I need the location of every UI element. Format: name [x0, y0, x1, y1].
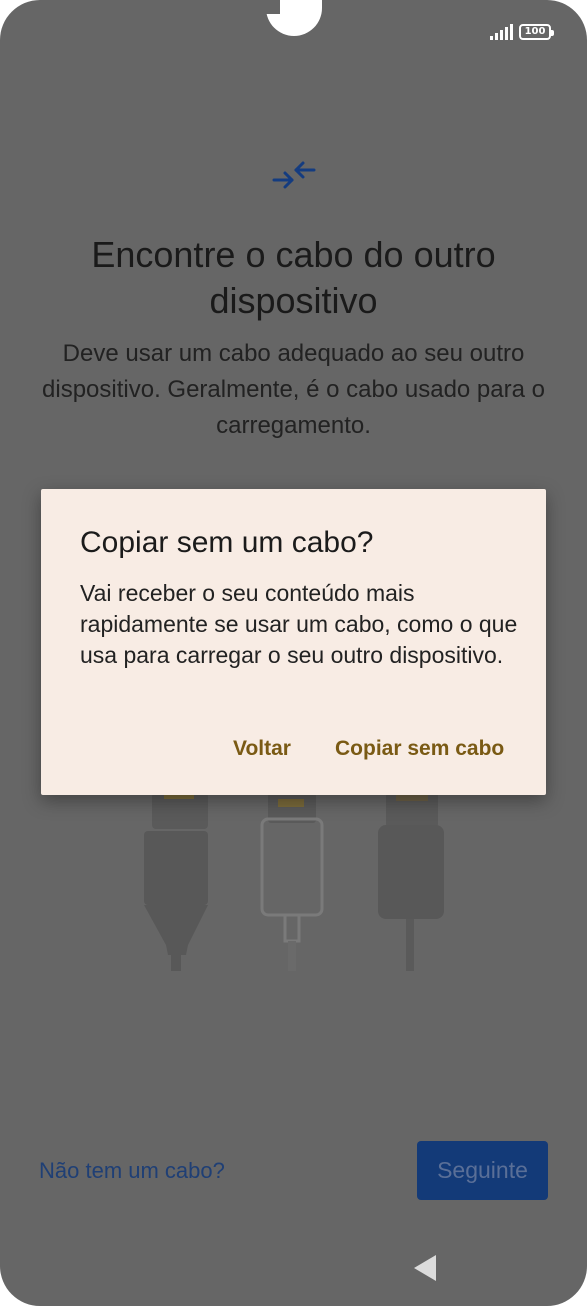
back-triangle-icon[interactable]	[412, 1253, 438, 1283]
camera-notch	[266, 0, 322, 36]
page-description: Deve usar um cabo adequado ao seu outro …	[42, 340, 545, 439]
cables-illustration	[144, 793, 444, 971]
no-cable-link[interactable]: Não tem um cabo?	[39, 1156, 225, 1186]
dialog-body: Vai receber o seu conteúdo mais rapidame…	[80, 580, 518, 668]
copy-without-cable-button[interactable]: Copiar sem cabo	[335, 735, 504, 763]
dialog-title: Copiar sem um cabo?	[80, 526, 374, 559]
copy-without-cable-dialog: Copiar sem um cabo? Vai receber o seu co…	[41, 489, 546, 795]
swap-arrows-icon	[272, 161, 316, 189]
signal-icon	[490, 24, 513, 40]
next-button[interactable]: Seguinte	[417, 1141, 548, 1200]
battery-icon: 100	[519, 24, 554, 40]
page-title: Encontre o cabo do outro dispositivo	[91, 234, 496, 321]
back-button[interactable]: Voltar	[233, 735, 291, 763]
phone-screen: 100 Encontre o cabo do outro dispositivo…	[0, 0, 587, 1306]
status-bar: 100	[490, 22, 554, 42]
battery-level: 100	[524, 26, 546, 37]
